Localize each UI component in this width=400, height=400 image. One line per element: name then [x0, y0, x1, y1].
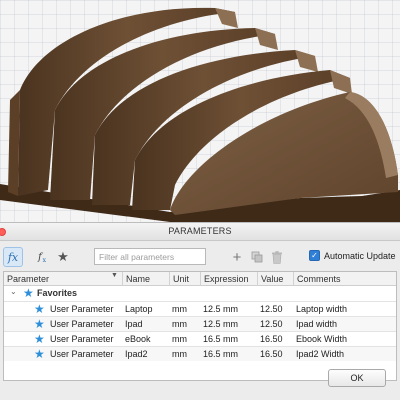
- column-header-label: Comments: [297, 274, 341, 284]
- cell-value: 16.50: [260, 349, 283, 359]
- automatic-update-toggle[interactable]: ✓ Automatic Update: [309, 250, 396, 261]
- star-icon[interactable]: ★: [34, 332, 45, 347]
- star-icon: ★: [23, 286, 34, 300]
- cell-name[interactable]: Ipad: [125, 317, 143, 332]
- table-row[interactable]: ★ User Parameter Ipad mm 12.5 mm 12.50 I…: [4, 316, 396, 331]
- parameters-table: Parameter ▼ Name Unit Expression Value C…: [3, 271, 397, 381]
- cell-value: 12.50: [260, 304, 283, 314]
- favorites-group-row[interactable]: ⌄ ★ Favorites: [4, 286, 396, 301]
- table-header: Parameter ▼ Name Unit Expression Value C…: [4, 272, 396, 286]
- star-icon[interactable]: ★: [34, 347, 45, 362]
- column-header-label: Expression: [204, 274, 249, 284]
- cell-parameter: User Parameter: [50, 349, 114, 359]
- table-row[interactable]: ★ User Parameter Laptop mm 12.5 mm 12.50…: [4, 301, 396, 316]
- cell-expression[interactable]: 12.5 mm: [203, 302, 238, 317]
- column-header-comments[interactable]: Comments: [293, 272, 396, 286]
- cell-unit: mm: [172, 319, 187, 329]
- cell-name[interactable]: eBook: [125, 332, 151, 347]
- copy-icon[interactable]: [249, 248, 265, 266]
- cell-name[interactable]: Ipad2: [125, 347, 148, 362]
- group-label: Favorites: [37, 288, 78, 298]
- cell-unit: mm: [172, 349, 187, 359]
- table-row[interactable]: ★ User Parameter eBook mm 16.5 mm 16.50 …: [4, 331, 396, 346]
- stand-model[interactable]: [0, 0, 400, 222]
- column-header-label: Value: [261, 274, 284, 284]
- cell-parameter: User Parameter: [50, 334, 114, 344]
- column-header-value[interactable]: Value: [257, 272, 293, 286]
- dialog-titlebar[interactable]: PARAMETERS: [0, 223, 400, 241]
- chevron-down-icon[interactable]: ⌄: [10, 287, 17, 296]
- cell-parameter: User Parameter: [50, 304, 114, 314]
- parameters-dialog: PARAMETERS fx fx ★ + ✓ Automatic Update: [0, 222, 400, 400]
- ok-button[interactable]: OK: [328, 369, 386, 387]
- user-fx-icon[interactable]: fx: [34, 248, 50, 266]
- plus-icon[interactable]: +: [229, 247, 245, 267]
- star-icon[interactable]: ★: [34, 302, 45, 317]
- cell-value: 12.50: [260, 319, 283, 329]
- cell-expression[interactable]: 12.5 mm: [203, 317, 238, 332]
- sort-down-icon[interactable]: ▼: [111, 272, 118, 279]
- cell-unit: mm: [172, 334, 187, 344]
- dialog-title: PARAMETERS: [168, 226, 232, 236]
- automatic-update-label: Automatic Update: [324, 250, 396, 261]
- column-header-parameter[interactable]: Parameter: [4, 272, 122, 286]
- cell-value: 16.50: [260, 334, 283, 344]
- star-icon[interactable]: ★: [34, 317, 45, 332]
- cell-comment[interactable]: Ipad2 Width: [296, 347, 344, 362]
- filter-parameters-input[interactable]: [94, 248, 206, 265]
- cell-name[interactable]: Laptop: [125, 302, 153, 317]
- table-row[interactable]: ★ User Parameter Ipad2 mm 16.5 mm 16.50 …: [4, 346, 396, 361]
- fx-icon[interactable]: fx: [3, 247, 23, 267]
- cell-expression[interactable]: 16.5 mm: [203, 347, 238, 362]
- star-icon[interactable]: ★: [55, 248, 71, 266]
- checkbox-checked-icon[interactable]: ✓: [309, 250, 320, 261]
- column-header-unit[interactable]: Unit: [169, 272, 200, 286]
- column-header-label: Parameter: [7, 274, 50, 284]
- column-header-label: Unit: [173, 274, 190, 284]
- cell-unit: mm: [172, 304, 187, 314]
- cell-comment[interactable]: Ebook Width: [296, 332, 347, 347]
- cell-parameter: User Parameter: [50, 319, 114, 329]
- column-header-expression[interactable]: Expression: [200, 272, 257, 286]
- cell-expression[interactable]: 16.5 mm: [203, 332, 238, 347]
- trash-icon-glyph: [272, 250, 282, 264]
- cell-comment[interactable]: Ipad width: [296, 317, 337, 332]
- copy-icon-glyph: [251, 251, 263, 263]
- parameters-toolbar: fx fx ★ + ✓ Automatic Update: [0, 245, 400, 271]
- column-header-name[interactable]: Name: [122, 272, 169, 286]
- 3d-viewport[interactable]: [0, 0, 400, 222]
- trash-icon[interactable]: [269, 248, 285, 266]
- cell-comment[interactable]: Laptop width: [296, 302, 347, 317]
- column-header-label: Name: [126, 274, 151, 284]
